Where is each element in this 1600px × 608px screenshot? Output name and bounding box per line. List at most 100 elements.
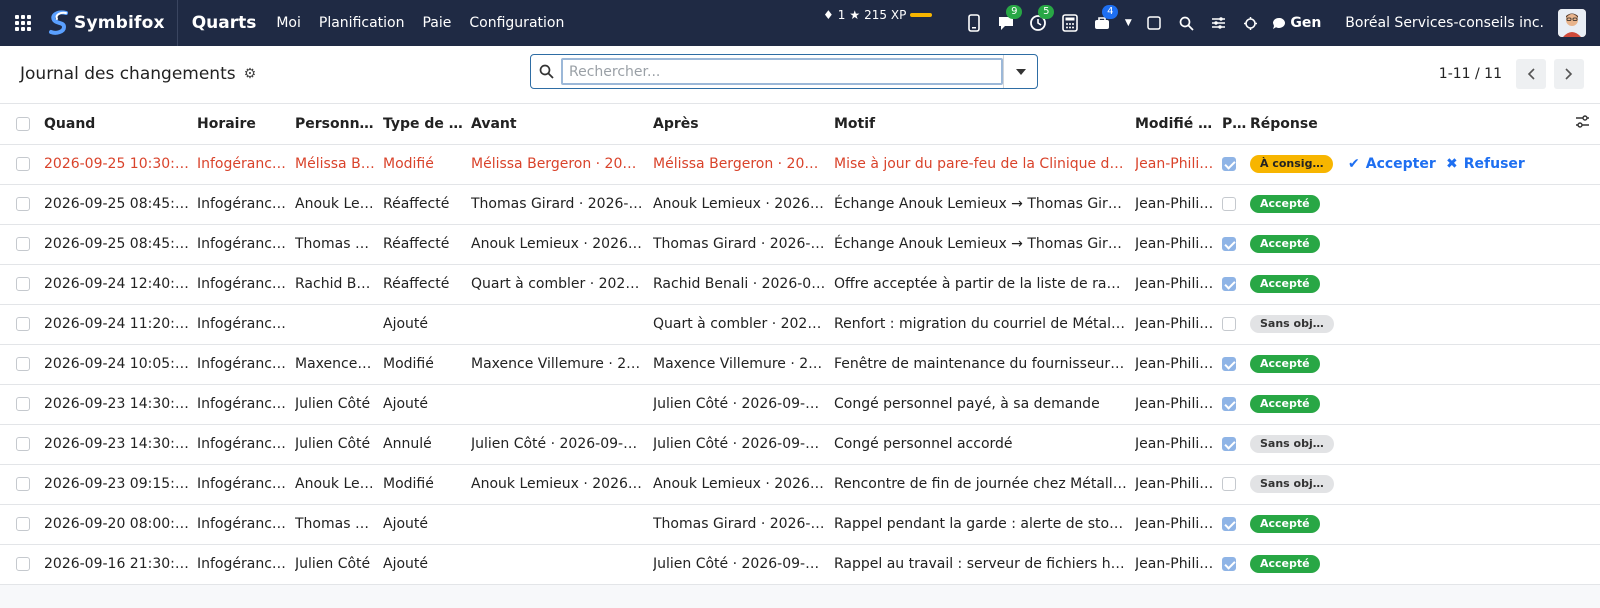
avatar[interactable] [1558, 9, 1586, 37]
calculator-icon[interactable] [1058, 11, 1082, 35]
row-select-checkbox[interactable] [0, 264, 44, 305]
table-row[interactable]: 2026-09-23 09:15:00 Infogérance… Anouk Le…… [0, 464, 1600, 505]
cell-refuse-action [1444, 544, 1600, 585]
cell-reponse: Sans obj… [1250, 464, 1344, 505]
row-select-checkbox[interactable] [0, 384, 44, 425]
search-input[interactable] [561, 58, 1003, 85]
flame-icon: ♦ [822, 8, 834, 22]
menu-item-moi[interactable]: Moi [276, 15, 301, 31]
gear-icon[interactable]: ⚙ [244, 66, 257, 82]
streak-count: 1 [837, 8, 846, 22]
column-header-personne[interactable]: Personne… [295, 104, 383, 145]
table-row[interactable]: 2026-09-20 08:00:00 Infogérance… Thomas G…… [0, 504, 1600, 545]
column-header-type[interactable]: Type de c… [383, 104, 471, 145]
pager-previous-button[interactable] [1516, 59, 1546, 89]
brand-logo[interactable]: Symbifox [46, 0, 178, 46]
column-header-horaire[interactable]: Horaire [197, 104, 295, 145]
cell-published-checkbox[interactable] [1222, 344, 1250, 385]
column-header-apres[interactable]: Après [653, 104, 834, 145]
row-select-checkbox[interactable] [0, 224, 44, 265]
cell-published-checkbox[interactable] [1222, 184, 1250, 225]
table-row[interactable]: 2026-09-25 10:30:00 Infogérance… Mélissa B… [0, 144, 1600, 185]
company-switcher[interactable]: Boréal Services-conseils inc. [1345, 15, 1544, 31]
table-row[interactable]: 2026-09-24 11:20:00 Infogérance… Ajouté Qua… [0, 304, 1600, 345]
cell-avant: Anouk Lemieux · 2026-1… [471, 464, 653, 505]
menu-item-planification[interactable]: Planification [319, 15, 405, 31]
column-header-reponse[interactable]: Réponse [1250, 104, 1344, 145]
menu-item-paie[interactable]: Paie [422, 15, 451, 31]
cell-published-checkbox[interactable] [1222, 264, 1250, 305]
select-all-checkbox[interactable] [0, 104, 44, 145]
apps-menu-icon[interactable] [0, 15, 46, 31]
row-select-checkbox[interactable] [0, 504, 44, 545]
menu-item-configuration[interactable]: Configuration [469, 15, 564, 31]
table-row[interactable]: 2026-09-23 14:30:00 Infogérance… Julien Cô… [0, 384, 1600, 425]
cell-reponse: Sans obj… [1250, 424, 1344, 465]
row-select-checkbox[interactable] [0, 344, 44, 385]
cell-published-checkbox[interactable] [1222, 544, 1250, 585]
column-header-quand[interactable]: Quand [44, 104, 197, 145]
cell-published-checkbox[interactable] [1222, 224, 1250, 265]
cell-quand: 2026-09-24 12:40:00 [44, 264, 197, 305]
search-icon[interactable] [1174, 11, 1198, 35]
cell-type: Réaffecté [383, 224, 471, 265]
pager-next-button[interactable] [1554, 59, 1584, 89]
cell-published-checkbox[interactable] [1222, 464, 1250, 505]
column-header-modifie-par[interactable]: Modifié p… [1135, 104, 1222, 145]
accept-button[interactable]: ✔ Accepter [1348, 156, 1436, 172]
cell-personne: Maxence … [295, 344, 383, 385]
lunch-box-icon[interactable]: 4 [1090, 5, 1119, 35]
cell-motif: Congé personnel accordé [834, 424, 1135, 465]
cell-accept-action [1344, 304, 1444, 345]
chat-icon[interactable]: 9 [994, 5, 1023, 35]
cell-published-checkbox[interactable] [1222, 424, 1250, 465]
row-select-checkbox[interactable] [0, 144, 44, 185]
table-row[interactable]: 2026-09-24 12:40:00 Infogérance… Rachid Be… [0, 264, 1600, 305]
table-row[interactable]: 2026-09-25 08:45:00 Infogérance… Anouk Le…… [0, 184, 1600, 225]
column-header-p[interactable]: P… [1222, 104, 1250, 145]
mobile-icon[interactable] [962, 11, 986, 35]
cell-published-checkbox[interactable] [1222, 304, 1250, 345]
refuse-button[interactable]: ✖ Refuser [1446, 156, 1525, 172]
app-title[interactable]: Quarts [192, 13, 257, 33]
gen-assistant-button[interactable]: Gen [1272, 15, 1321, 31]
table-row[interactable]: 2026-09-16 21:30:00 Infogérance… Julien Cô… [0, 544, 1600, 585]
cell-horaire: Infogérance… [197, 504, 295, 545]
row-select-checkbox[interactable] [0, 464, 44, 505]
row-select-checkbox[interactable] [0, 304, 44, 345]
table-row[interactable]: 2026-09-24 10:05:00 Infogérance… Maxence …… [0, 344, 1600, 385]
search-options-toggle[interactable] [1003, 55, 1037, 88]
cell-type: Modifié [383, 144, 471, 185]
cell-accept-action [1344, 344, 1444, 385]
cell-avant: Anouk Lemieux · 2026-0… [471, 224, 653, 265]
cell-published-checkbox[interactable] [1222, 384, 1250, 425]
cell-published-checkbox[interactable] [1222, 144, 1250, 185]
row-select-checkbox[interactable] [0, 184, 44, 225]
star-icon: ★ [849, 8, 861, 22]
activity-clock-icon[interactable]: 5 [1026, 5, 1055, 35]
status-badge: Accepté [1250, 555, 1320, 573]
table-row[interactable]: 2026-09-25 08:45:00 Infogérance… Thomas G…… [0, 224, 1600, 265]
cell-horaire: Infogérance… [197, 144, 295, 185]
xp-indicator[interactable]: ♦ 1 ★ 215 XP [822, 8, 933, 22]
cell-modifie-par: Jean-Phili… [1135, 304, 1222, 345]
note-icon[interactable] [1142, 11, 1166, 35]
cell-refuse-action [1444, 504, 1600, 545]
row-select-checkbox[interactable] [0, 424, 44, 465]
cell-quand: 2026-09-25 08:45:00 [44, 224, 197, 265]
table-row[interactable]: 2026-09-23 14:30:00 Infogérance… Julien Cô… [0, 424, 1600, 465]
cell-published-checkbox[interactable] [1222, 504, 1250, 545]
column-header-motif[interactable]: Motif [834, 104, 1135, 145]
column-header-avant[interactable]: Avant [471, 104, 653, 145]
cell-apres: Anouk Lemieux · 2026-1… [653, 184, 834, 225]
bug-icon[interactable] [1238, 11, 1262, 35]
caret-down-icon[interactable]: ▼ [1122, 11, 1134, 35]
cell-avant [471, 304, 653, 345]
cell-motif: Échange Anouk Lemieux → Thomas Girard [834, 184, 1135, 225]
row-select-checkbox[interactable] [0, 544, 44, 585]
status-badge: À consig… [1250, 155, 1334, 173]
sliders-icon[interactable] [1206, 11, 1230, 35]
pager-value[interactable]: 1-11 / 11 [1439, 66, 1502, 82]
cell-modifie-par: Jean-Phili… [1135, 344, 1222, 385]
optional-columns-toggle[interactable] [1444, 104, 1600, 145]
